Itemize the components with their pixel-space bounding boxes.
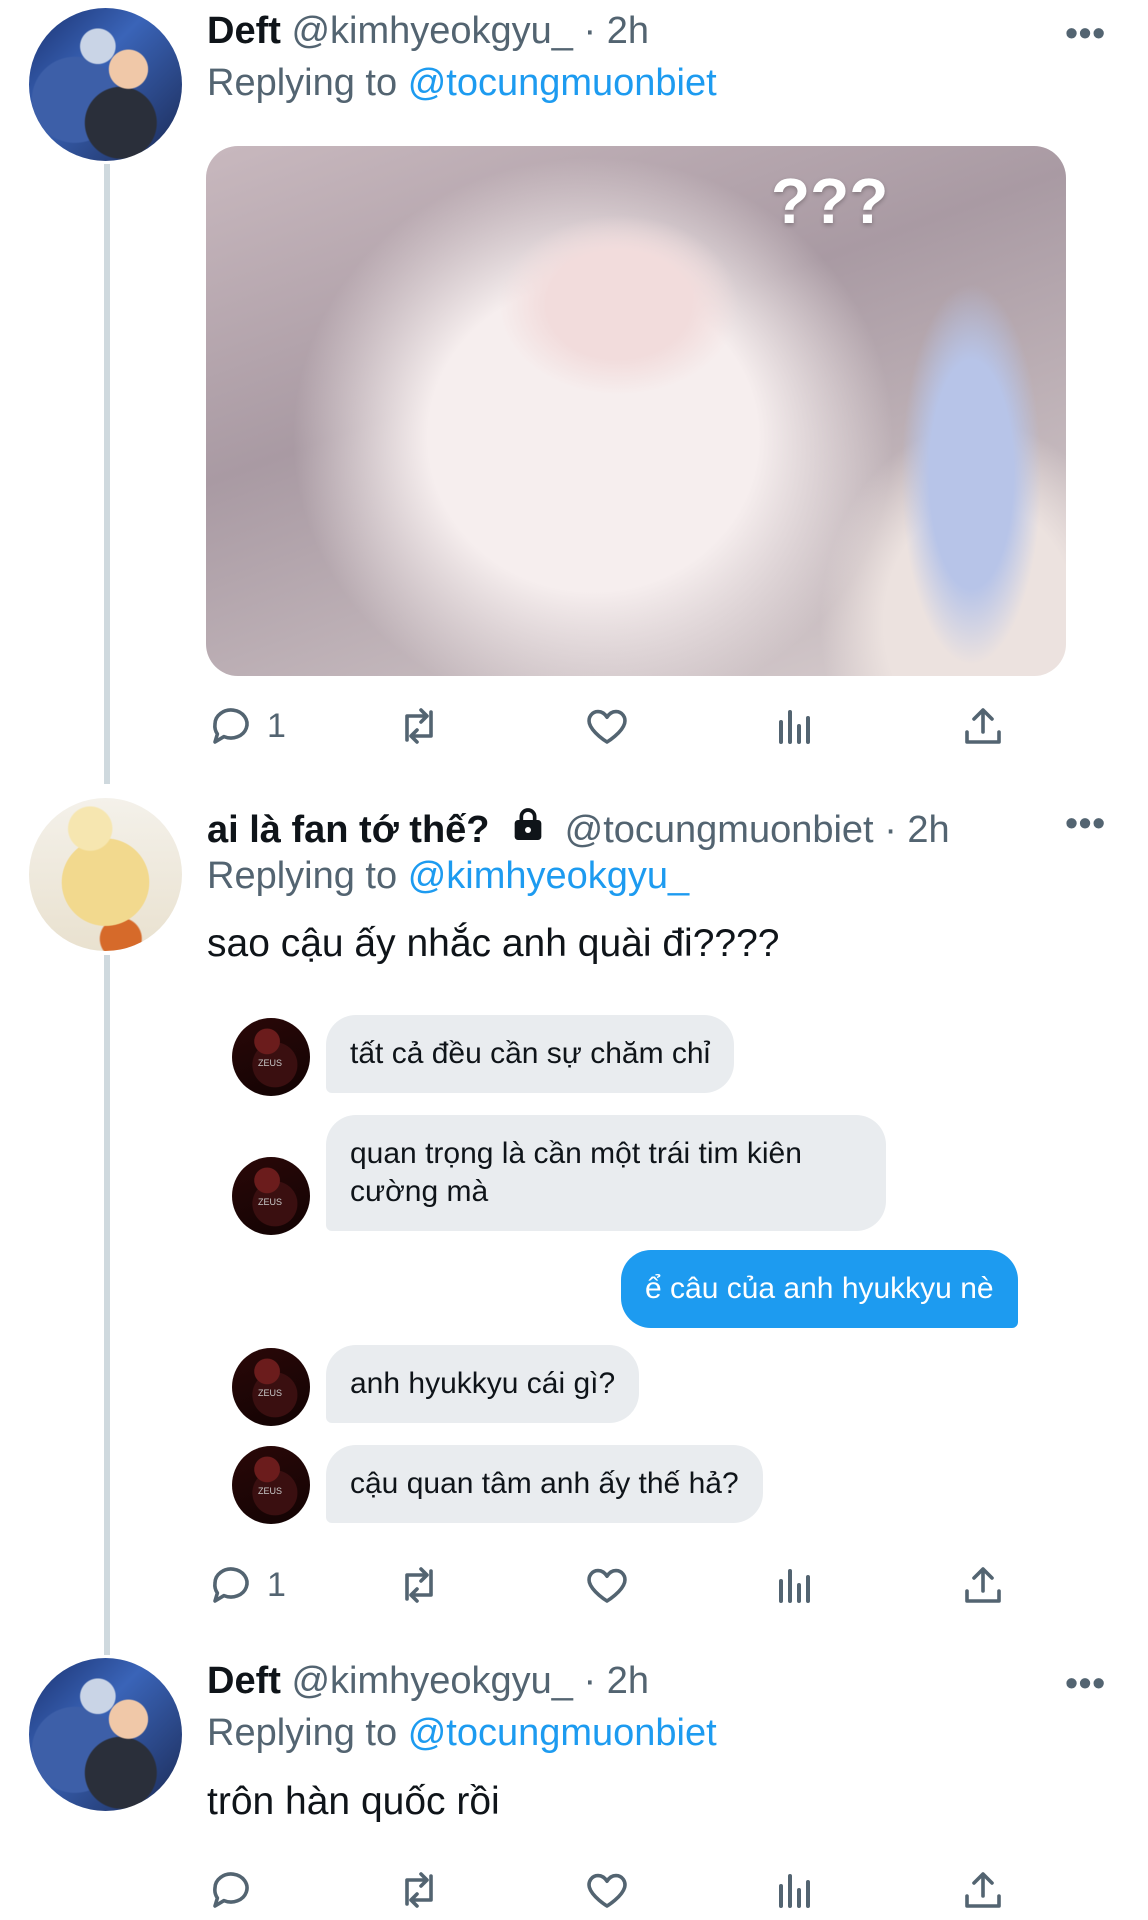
timestamp[interactable]: · 2h xyxy=(884,809,949,851)
heart-icon xyxy=(587,1873,627,1908)
replying-to: Replying to @tocungmuonbiet xyxy=(207,1712,717,1755)
like-button[interactable] xyxy=(583,1557,631,1613)
chat-avatar xyxy=(232,1348,310,1426)
handle[interactable]: @kimhyeokgyu_ xyxy=(291,10,572,52)
tweet-text: trôn hàn quốc rồi xyxy=(207,1780,500,1823)
tweet[interactable]: Deft @kimhyeokgyu_ · 2h ••• Replying to … xyxy=(0,1650,1148,1920)
chat-avatar xyxy=(232,1446,310,1524)
share-icon xyxy=(965,1567,1001,1603)
analytics-icon xyxy=(779,1569,810,1603)
retweet-button[interactable] xyxy=(395,1557,443,1613)
avatar[interactable] xyxy=(29,1658,182,1811)
reply-count: 1 xyxy=(267,706,286,745)
analytics-button[interactable] xyxy=(771,1557,819,1613)
replying-to: Replying to @tocungmuonbiet xyxy=(207,62,717,105)
retweet-button[interactable] xyxy=(395,698,443,754)
share-icon xyxy=(965,1872,1001,1908)
chat-bubble: quan trọng là cần một trái tim kiên cườn… xyxy=(326,1115,886,1231)
chat-bubble: anh hyukkyu cái gì? xyxy=(326,1345,640,1423)
reply-icon xyxy=(213,1567,249,1603)
tweet-header: Deft @kimhyeokgyu_ · 2h xyxy=(207,1660,649,1703)
more-options-icon[interactable]: ••• xyxy=(1065,1662,1106,1704)
analytics-button[interactable] xyxy=(771,1862,819,1918)
reply-icon xyxy=(213,1872,249,1908)
analytics-icon xyxy=(779,1874,810,1908)
retweet-icon xyxy=(405,1567,433,1603)
more-options-icon[interactable]: ••• xyxy=(1065,802,1106,844)
avatar[interactable] xyxy=(29,798,182,951)
replying-to-label: Replying to xyxy=(207,62,398,104)
heart-icon xyxy=(587,1568,627,1603)
reply-button[interactable]: 1 xyxy=(207,698,286,754)
chat-bubble: cậu quan tâm anh ấy thế hả? xyxy=(326,1445,763,1523)
mention-link[interactable]: @tocungmuonbiet xyxy=(408,1712,717,1754)
reply-icon xyxy=(213,708,249,744)
like-button[interactable] xyxy=(583,1862,631,1918)
tweet-text: sao cậu ấy nhắc anh quài đi???? xyxy=(207,922,780,965)
display-name[interactable]: Deft xyxy=(207,10,281,52)
tweet-actions xyxy=(207,1862,1037,1918)
replying-to-label: Replying to xyxy=(207,855,398,897)
replying-to-label: Replying to xyxy=(207,1712,398,1754)
chat-avatar xyxy=(232,1018,310,1096)
display-name[interactable]: Deft xyxy=(207,1660,281,1702)
share-icon xyxy=(965,708,1001,744)
share-button[interactable] xyxy=(959,1862,1007,1918)
timestamp[interactable]: · 2h xyxy=(584,10,649,52)
share-button[interactable] xyxy=(959,698,1007,754)
share-button[interactable] xyxy=(959,1557,1007,1613)
handle[interactable]: @kimhyeokgyu_ xyxy=(291,1660,572,1702)
analytics-button[interactable] xyxy=(771,698,819,754)
retweet-button[interactable] xyxy=(395,1862,443,1918)
chat-avatar xyxy=(232,1157,310,1235)
heart-icon xyxy=(587,709,627,744)
tweet[interactable]: Deft @kimhyeokgyu_ · 2h ••• Replying to … xyxy=(0,0,1148,790)
chat-bubble: tất cả đều cần sự chăm chỉ xyxy=(326,1015,735,1093)
tweet-image[interactable]: ??? xyxy=(206,146,1066,676)
chat-screenshot[interactable]: tất cả đều cần sự chăm chỉ quan trọng là… xyxy=(232,1005,1052,1524)
reply-button[interactable] xyxy=(207,1862,255,1918)
lock-icon xyxy=(514,808,542,840)
retweet-icon xyxy=(405,708,433,744)
mention-link[interactable]: @tocungmuonbiet xyxy=(408,62,717,104)
more-options-icon[interactable]: ••• xyxy=(1065,12,1106,54)
tweet-actions: 1 xyxy=(207,698,1037,754)
display-name[interactable]: ai là fan tớ thế? xyxy=(207,809,490,851)
reply-button[interactable]: 1 xyxy=(207,1557,286,1613)
like-button[interactable] xyxy=(583,698,631,754)
tweet-header: Deft @kimhyeokgyu_ · 2h xyxy=(207,10,649,53)
retweet-icon xyxy=(405,1872,433,1908)
mention-link[interactable]: @kimhyeokgyu_ xyxy=(408,855,689,897)
tweet[interactable]: ai là fan tớ thế? @tocungmuonbiet · 2h •… xyxy=(0,790,1148,1650)
image-caption: ??? xyxy=(771,165,889,237)
reply-count: 1 xyxy=(267,1565,286,1604)
timestamp[interactable]: · 2h xyxy=(584,1660,649,1702)
tweet-actions: 1 xyxy=(207,1557,1037,1613)
tweet-header: ai là fan tớ thế? @tocungmuonbiet · 2h xyxy=(207,805,950,852)
chat-bubble-sent: ể câu của anh hyukkyu nè xyxy=(621,1250,1018,1328)
replying-to: Replying to @kimhyeokgyu_ xyxy=(207,855,689,898)
analytics-icon xyxy=(779,710,810,744)
handle[interactable]: @tocungmuonbiet xyxy=(565,809,874,851)
avatar[interactable] xyxy=(29,8,182,161)
